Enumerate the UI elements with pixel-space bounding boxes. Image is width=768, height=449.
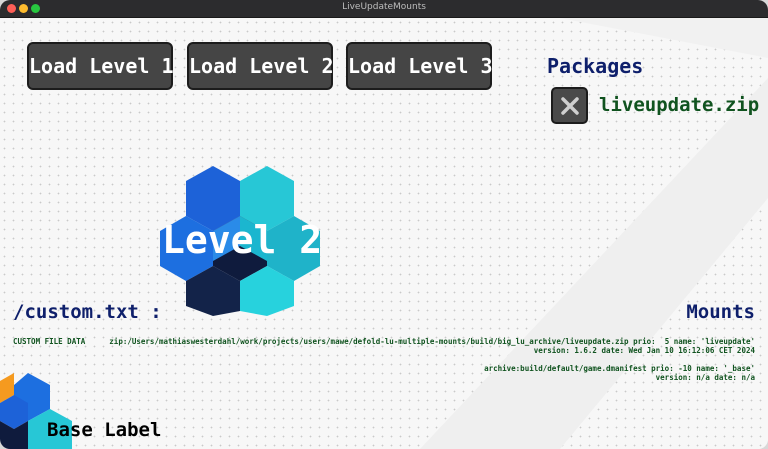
mount-entry-2-version: version: n/a date: n/a bbox=[655, 373, 755, 382]
mount-entry-1-path: zip:/Users/mathiaswesterdahl/work/projec… bbox=[109, 337, 755, 346]
title-bar[interactable]: LiveUpdateMounts bbox=[0, 0, 768, 18]
load-level-1-button[interactable]: Load Level 1 bbox=[27, 42, 174, 90]
base-label: Base Label bbox=[47, 419, 162, 441]
load-level-2-button[interactable]: Load Level 2 bbox=[187, 42, 334, 90]
remove-package-button[interactable] bbox=[551, 87, 588, 124]
load-level-3-button[interactable]: Load Level 3 bbox=[346, 42, 493, 90]
package-name: liveupdate.zip bbox=[599, 94, 760, 116]
window-title: LiveUpdateMounts bbox=[342, 2, 426, 12]
app-window: LiveUpdateMounts Load Level 1 Load Level… bbox=[0, 0, 768, 449]
level-label: Level 2 bbox=[162, 218, 323, 262]
game-canvas: Load Level 1 Load Level 2 Load Level 3 P… bbox=[0, 18, 768, 449]
close-icon bbox=[561, 97, 579, 115]
mount-entry-1-version: version: 1.6.2 date: Wed Jan 10 16:12:06… bbox=[533, 346, 755, 355]
packages-title: Packages bbox=[547, 54, 644, 78]
mounts-title: Mounts bbox=[686, 301, 755, 323]
mount-entry-2-path: archive:build/default/game.dmanifest pri… bbox=[484, 364, 755, 373]
custom-file-title: /custom.txt : bbox=[13, 301, 162, 323]
custom-file-data: CUSTOM FILE DATA bbox=[13, 337, 86, 346]
